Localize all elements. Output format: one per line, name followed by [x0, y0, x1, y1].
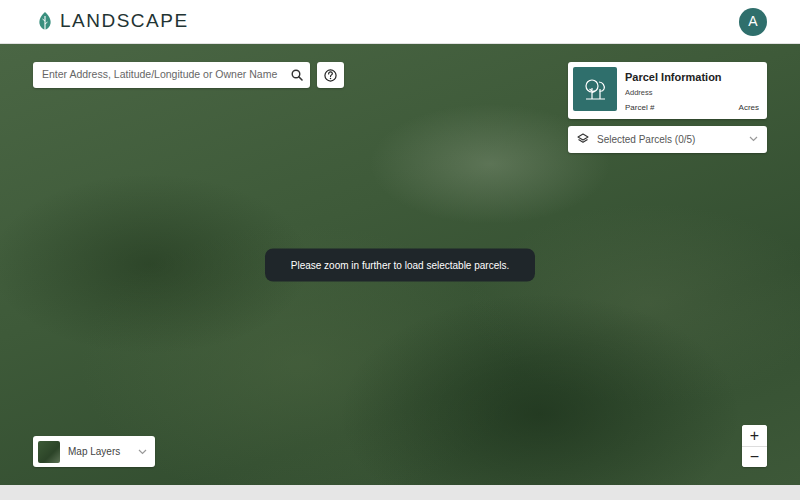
zoom-toast: Please zoom in further to load selectabl…	[265, 248, 535, 281]
avatar-letter: A	[748, 11, 757, 32]
parcel-details: Parcel Information Address Parcel # Acre…	[625, 67, 759, 114]
magnifier-icon[interactable]	[291, 69, 303, 81]
search-input[interactable]	[40, 66, 287, 84]
user-avatar[interactable]: A	[739, 8, 767, 36]
trees-icon	[583, 78, 607, 100]
bottom-controls: Map Layers + −	[33, 425, 767, 467]
map[interactable]: Parcel Information Address Parcel # Acre…	[0, 44, 800, 485]
chevron-icon	[749, 136, 758, 142]
footer-strip	[0, 485, 800, 500]
map-layers-label: Map Layers	[68, 444, 130, 459]
selected-parcels-dropdown[interactable]: Selected Parcels (0/5)	[568, 126, 767, 153]
parcel-info-card: Parcel Information Address Parcel # Acre…	[568, 62, 767, 119]
layers-icon	[577, 133, 589, 145]
top-controls: Parcel Information Address Parcel # Acre…	[33, 62, 767, 153]
logo[interactable]: LANDSCAPE	[38, 7, 189, 36]
zoom-in-button[interactable]: +	[742, 425, 767, 446]
parcel-acres: Acres	[739, 102, 759, 114]
side-panel: Parcel Information Address Parcel # Acre…	[568, 62, 767, 153]
help-button[interactable]	[317, 62, 344, 88]
app-header: LANDSCAPE A	[0, 0, 800, 44]
map-layers-dropdown[interactable]: Map Layers	[33, 436, 155, 467]
zoom-out-button[interactable]: −	[742, 446, 767, 467]
parcel-thumbnail	[573, 67, 617, 111]
chevron-icon	[138, 449, 147, 455]
parcel-title: Parcel Information	[625, 71, 759, 84]
selected-parcels-label: Selected Parcels (0/5)	[597, 132, 741, 147]
toast-text: Please zoom in further to load selectabl…	[291, 257, 509, 272]
search-group	[33, 62, 344, 88]
layers-thumbnail	[38, 441, 60, 463]
parcel-number: Parcel #	[625, 102, 654, 114]
logo-text: LANDSCAPE	[60, 7, 189, 36]
parcel-address: Address	[625, 88, 759, 98]
search-box	[33, 62, 310, 88]
parcel-meta: Parcel # Acres	[625, 102, 759, 114]
leaf-icon	[38, 12, 52, 32]
zoom-controls: + −	[742, 425, 767, 467]
question-icon	[324, 69, 337, 82]
